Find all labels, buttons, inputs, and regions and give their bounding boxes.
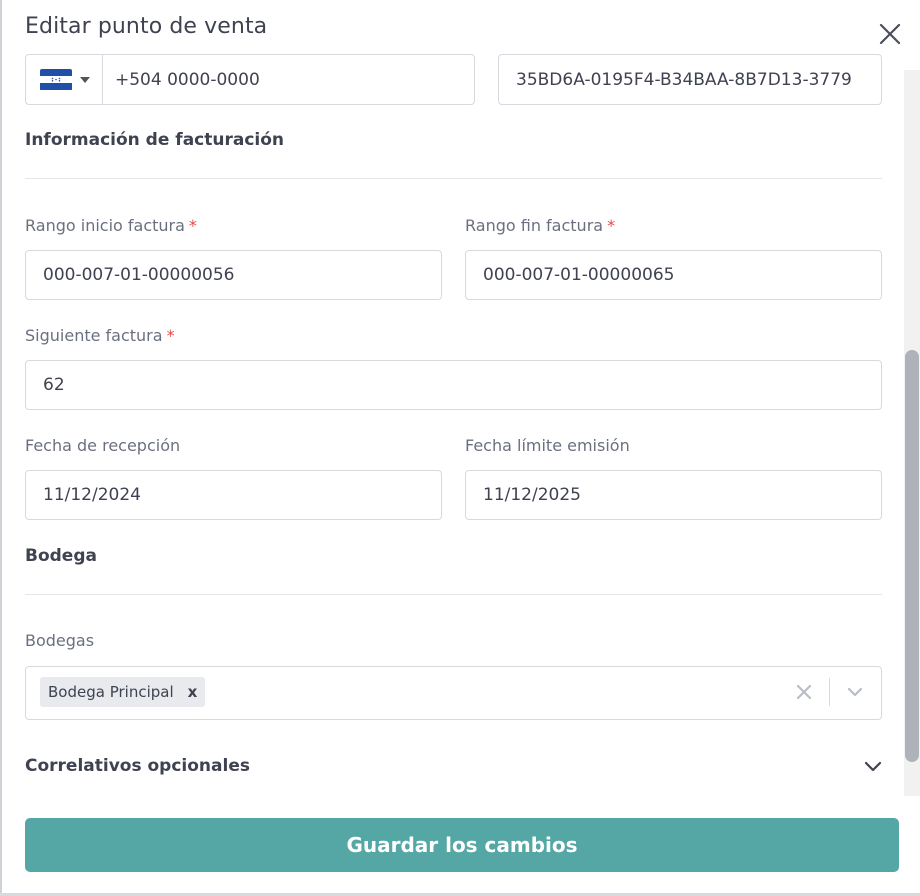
chevron-down-icon (864, 761, 882, 772)
warehouse-divider (25, 594, 882, 595)
clear-icon[interactable] (793, 681, 815, 703)
scrollbar-thumb[interactable] (905, 350, 919, 762)
select-separator (829, 678, 830, 706)
header-mask (2, 0, 902, 54)
billing-section-title: Información de facturación (25, 130, 285, 150)
required-mark: * (188, 216, 197, 235)
phone-field[interactable]: +504 0000-0000 (25, 54, 475, 105)
required-mark: * (166, 326, 175, 345)
range-end-label: Rango fin factura * (465, 216, 616, 235)
chevron-down-icon[interactable] (843, 680, 867, 704)
billing-divider (25, 178, 882, 179)
reception-date-value: 11/12/2024 (43, 485, 141, 505)
required-mark: * (607, 216, 616, 235)
warehouse-section-title: Bodega (25, 546, 97, 566)
warehouse-chip: Bodega Principal x (40, 677, 206, 707)
optional-correlatives-toggle[interactable]: Correlativos opcionales (25, 752, 885, 784)
honduras-flag-icon (40, 68, 72, 91)
range-end-input[interactable]: 000-007-01-00000065 (465, 250, 882, 300)
reception-date-input[interactable]: 11/12/2024 (25, 470, 442, 520)
next-invoice-input[interactable]: 62 (25, 360, 882, 410)
device-id-value: 35BD6A-0195F4-B34BAA-8B7D13-3779 (516, 69, 852, 90)
limit-date-input[interactable]: 11/12/2025 (465, 470, 882, 520)
range-end-value: 000-007-01-00000065 (483, 265, 675, 285)
range-start-value: 000-007-01-00000056 (43, 265, 235, 285)
range-start-input[interactable]: 000-007-01-00000056 (25, 250, 442, 300)
phone-value: +504 0000-0000 (115, 69, 260, 90)
country-selector[interactable] (26, 55, 103, 104)
optional-section-title: Correlativos opcionales (25, 756, 250, 776)
warehouse-chip-label: Bodega Principal (48, 683, 174, 701)
next-invoice-label: Siguiente factura * (25, 326, 175, 345)
next-invoice-value: 62 (43, 375, 65, 395)
range-start-label: Rango inicio factura * (25, 216, 197, 235)
reception-date-label: Fecha de recepción (25, 436, 181, 455)
chip-remove-button[interactable]: x (188, 683, 198, 701)
caret-down-icon (80, 76, 90, 83)
limit-date-value: 11/12/2025 (483, 485, 581, 505)
warehouses-label: Bodegas (25, 631, 95, 650)
save-button[interactable]: Guardar los cambios (25, 818, 899, 872)
limit-date-label: Fecha límite emisión (465, 436, 630, 455)
device-id-field[interactable]: 35BD6A-0195F4-B34BAA-8B7D13-3779 (498, 54, 882, 105)
